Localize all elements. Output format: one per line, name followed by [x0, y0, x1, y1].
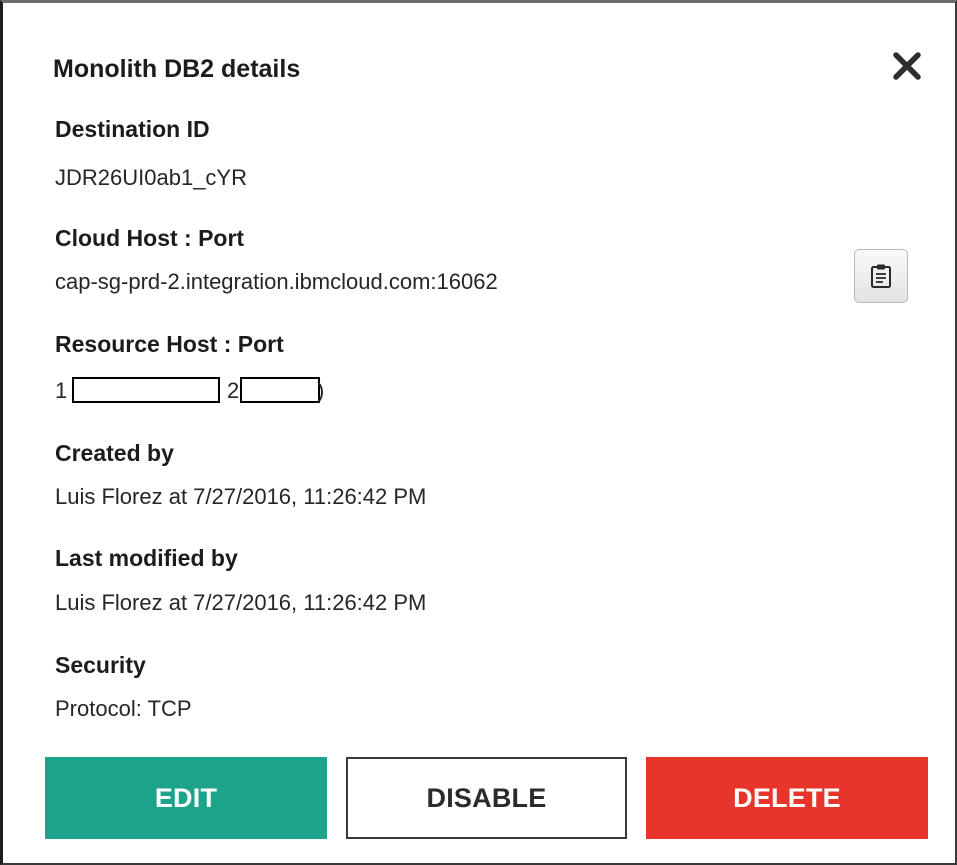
created-by-value: Luis Florez at 7/27/2016, 11:26:42 PM: [55, 484, 427, 509]
resource-host-fragment: 1: [55, 378, 68, 403]
redaction-box: [240, 377, 320, 403]
clipboard-icon: [871, 264, 891, 288]
redaction-box: [72, 377, 220, 403]
destination-details-dialog: Monolith DB2 details Destination ID JDR2…: [0, 0, 957, 865]
cloud-host-label: Cloud Host : Port: [55, 225, 245, 251]
dialog-title: Monolith DB2 details: [53, 55, 301, 83]
disable-button[interactable]: DISABLE: [346, 757, 627, 839]
resource-host-fragment: 2: [227, 378, 240, 403]
destination-id-label: Destination ID: [55, 116, 210, 142]
cloud-host-value: cap-sg-prd-2.integration.ibmcloud.com:16…: [55, 269, 498, 294]
last-modified-label: Last modified by: [55, 545, 238, 571]
copy-cloud-host-button[interactable]: [854, 249, 908, 303]
last-modified-value: Luis Florez at 7/27/2016, 11:26:42 PM: [55, 590, 427, 615]
edit-button[interactable]: EDIT: [45, 757, 327, 839]
security-label: Security: [55, 652, 146, 678]
security-protocol-value: Protocol: TCP: [55, 696, 192, 721]
close-icon: [893, 52, 921, 80]
destination-id-value: JDR26UI0ab1_cYR: [55, 165, 247, 190]
close-button[interactable]: [887, 46, 927, 86]
resource-host-fragment: ): [317, 378, 325, 403]
created-by-label: Created by: [55, 440, 174, 466]
delete-button[interactable]: DELETE: [646, 757, 928, 839]
resource-host-label: Resource Host : Port: [55, 331, 284, 357]
